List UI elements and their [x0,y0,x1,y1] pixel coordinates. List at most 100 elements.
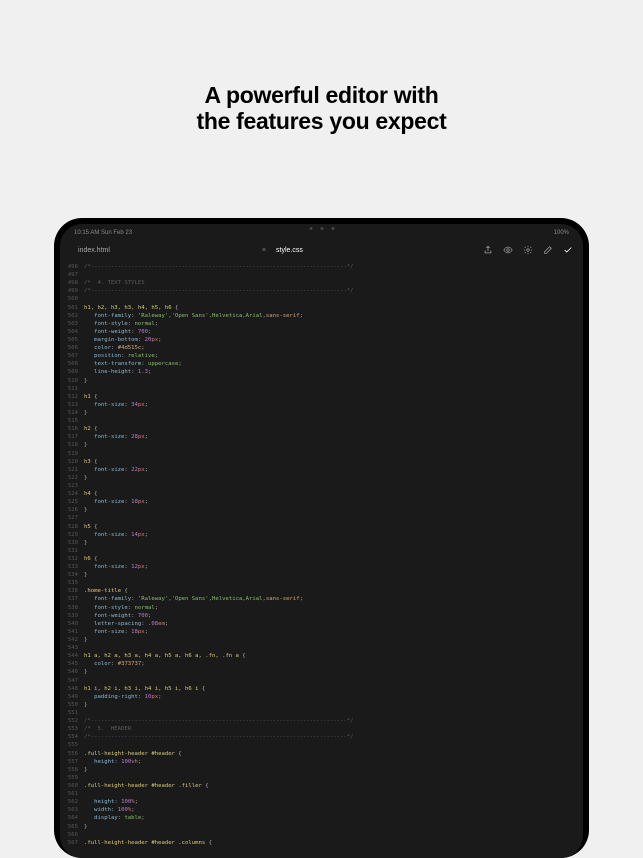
code-line[interactable]: 497 [60,271,583,279]
code-line[interactable]: 543 [60,644,583,652]
code-line[interactable]: 549 padding-right: 10px; [60,693,583,701]
code-line[interactable]: 552/*-----------------------------------… [60,717,583,725]
code-line[interactable]: 500 [60,295,583,303]
code-line[interactable]: 524h4 { [60,490,583,498]
line-number: 496 [60,263,84,271]
code-line[interactable]: 507 position: relative; [60,352,583,360]
code-line[interactable]: 545 color: #373737; [60,660,583,668]
code-content: letter-spacing: .08em; [84,620,168,628]
code-line[interactable]: 523 [60,482,583,490]
line-number: 565 [60,823,84,831]
code-line[interactable]: 526} [60,506,583,514]
code-line[interactable]: 514} [60,409,583,417]
code-line[interactable]: 564 display: table; [60,814,583,822]
code-line[interactable]: 556.full-height-header #header { [60,750,583,758]
code-line[interactable]: 550} [60,701,583,709]
code-line[interactable]: 513 font-size: 34px; [60,401,583,409]
check-icon[interactable] [563,242,573,260]
code-line[interactable]: 538 font-style: normal; [60,604,583,612]
code-line[interactable]: 557 height: 100vh; [60,758,583,766]
code-line[interactable]: 548h1 i, h2 i, h3 i, h4 i, h5 i, h6 i { [60,685,583,693]
code-content: } [84,539,87,547]
device-screen: 10:15 AM Sun Feb 23 100% index.html × st… [60,224,583,858]
eye-icon[interactable] [503,242,513,260]
code-line[interactable]: 522} [60,474,583,482]
code-line[interactable]: 554/*-----------------------------------… [60,733,583,741]
code-line[interactable]: 541 font-size: 18px; [60,628,583,636]
code-line[interactable]: 530} [60,539,583,547]
tab-close-icon[interactable]: × [262,247,266,254]
code-line[interactable]: 499/*-----------------------------------… [60,287,583,295]
code-line[interactable]: 551 [60,709,583,717]
tab-index-html[interactable]: index.html [70,244,118,257]
code-line[interactable]: 544h1 a, h2 a, h3 a, h4 a, h5 a, h6 a, .… [60,652,583,660]
code-line[interactable]: 503 font-style: normal; [60,320,583,328]
code-line[interactable]: 527 [60,514,583,522]
code-line[interactable]: 566 [60,831,583,839]
code-line[interactable]: 546} [60,668,583,676]
code-content: line-height: 1.3; [84,368,151,376]
code-line[interactable]: 567.full-height-header #header .columns … [60,839,583,847]
code-line[interactable]: 534} [60,571,583,579]
code-line[interactable]: 506 color: #4d515c; [60,344,583,352]
code-line[interactable]: 511 [60,385,583,393]
line-number: 518 [60,441,84,449]
code-line[interactable]: 515 [60,417,583,425]
code-line[interactable]: 510} [60,377,583,385]
code-line[interactable]: 565} [60,823,583,831]
code-line[interactable]: 560.full-height-header #header .filler { [60,782,583,790]
code-line[interactable]: 540 letter-spacing: .08em; [60,620,583,628]
code-line[interactable]: 505 margin-bottom: 20px; [60,336,583,344]
code-line[interactable]: 542} [60,636,583,644]
code-line[interactable]: 519 [60,450,583,458]
code-line[interactable]: 547 [60,677,583,685]
code-line[interactable]: 517 font-size: 28px; [60,433,583,441]
code-line[interactable]: 520h3 { [60,458,583,466]
code-line[interactable]: 532h6 { [60,555,583,563]
code-line[interactable]: 525 font-size: 18px; [60,498,583,506]
code-content: h5 { [84,523,97,531]
edit-icon[interactable] [543,242,553,260]
code-line[interactable]: 509 line-height: 1.3; [60,368,583,376]
code-line[interactable]: 516h2 { [60,425,583,433]
code-line[interactable]: 518} [60,441,583,449]
code-line[interactable]: 536.home-title { [60,587,583,595]
device-camera-dots [309,227,334,230]
code-line[interactable]: 555 [60,741,583,749]
code-line[interactable]: 508 text-transform: uppercase; [60,360,583,368]
code-line[interactable]: 501h1, h2, h3, h3, h4, h5, h6 { [60,304,583,312]
code-line[interactable]: 504 font-weight: 700; [60,328,583,336]
code-content: } [84,701,87,709]
code-content: position: relative; [84,352,158,360]
code-editor[interactable]: 496/*-----------------------------------… [60,261,583,847]
code-line[interactable]: 502 font-family: 'Raleway','Open Sans',H… [60,312,583,320]
code-line[interactable]: 531 [60,547,583,555]
code-line[interactable]: 529 font-size: 14px; [60,531,583,539]
line-number: 536 [60,587,84,595]
line-number: 539 [60,612,84,620]
code-content: font-size: 18px; [84,628,148,636]
code-line[interactable]: 521 font-size: 22px; [60,466,583,474]
code-line[interactable]: 558} [60,766,583,774]
share-icon[interactable] [483,242,493,260]
code-line[interactable]: 496/*-----------------------------------… [60,263,583,271]
line-number: 514 [60,409,84,417]
line-number: 553 [60,725,84,733]
gear-icon[interactable] [523,242,533,260]
code-content: h3 { [84,458,97,466]
code-line[interactable]: 559 [60,774,583,782]
code-line[interactable]: 498/* 4. TEXT STYLES [60,279,583,287]
code-line[interactable]: 539 font-weight: 700; [60,612,583,620]
code-line[interactable]: 553/* 5. HEADER [60,725,583,733]
code-line[interactable]: 535 [60,579,583,587]
line-number: 515 [60,417,84,425]
code-line[interactable]: 562 height: 100%; [60,798,583,806]
code-line[interactable]: 537 font-family: 'Raleway','Open Sans',H… [60,595,583,603]
code-line[interactable]: 512h1 { [60,393,583,401]
code-line[interactable]: 563 width: 100%; [60,806,583,814]
line-number: 534 [60,571,84,579]
code-line[interactable]: 528h5 { [60,523,583,531]
code-line[interactable]: 561 [60,790,583,798]
code-line[interactable]: 533 font-size: 12px; [60,563,583,571]
tab-style-css[interactable]: style.css [268,244,311,257]
